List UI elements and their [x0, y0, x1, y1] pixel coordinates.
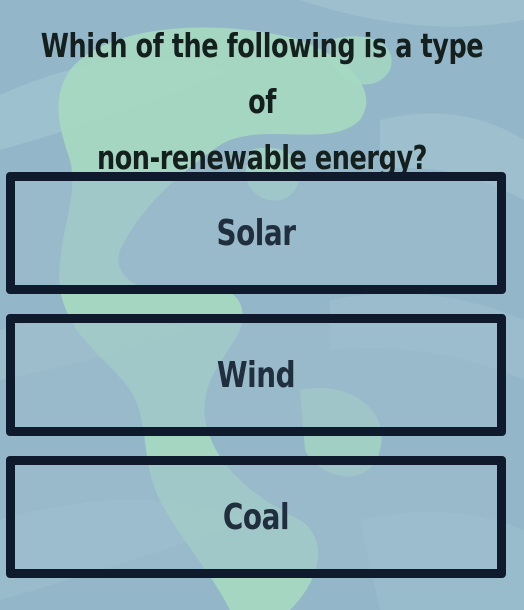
answer-option-solar[interactable]: Solar — [6, 172, 506, 294]
answer-option-label: Solar — [216, 212, 296, 254]
answer-option-label: Wind — [216, 354, 296, 396]
answer-option-label: Coal — [222, 496, 290, 538]
question-line-1: Which of the following is a type of — [40, 26, 484, 121]
question-text: Which of the following is a type of non-… — [37, 18, 488, 186]
answer-option-coal[interactable]: Coal — [6, 456, 506, 578]
answer-option-wind[interactable]: Wind — [6, 314, 506, 436]
